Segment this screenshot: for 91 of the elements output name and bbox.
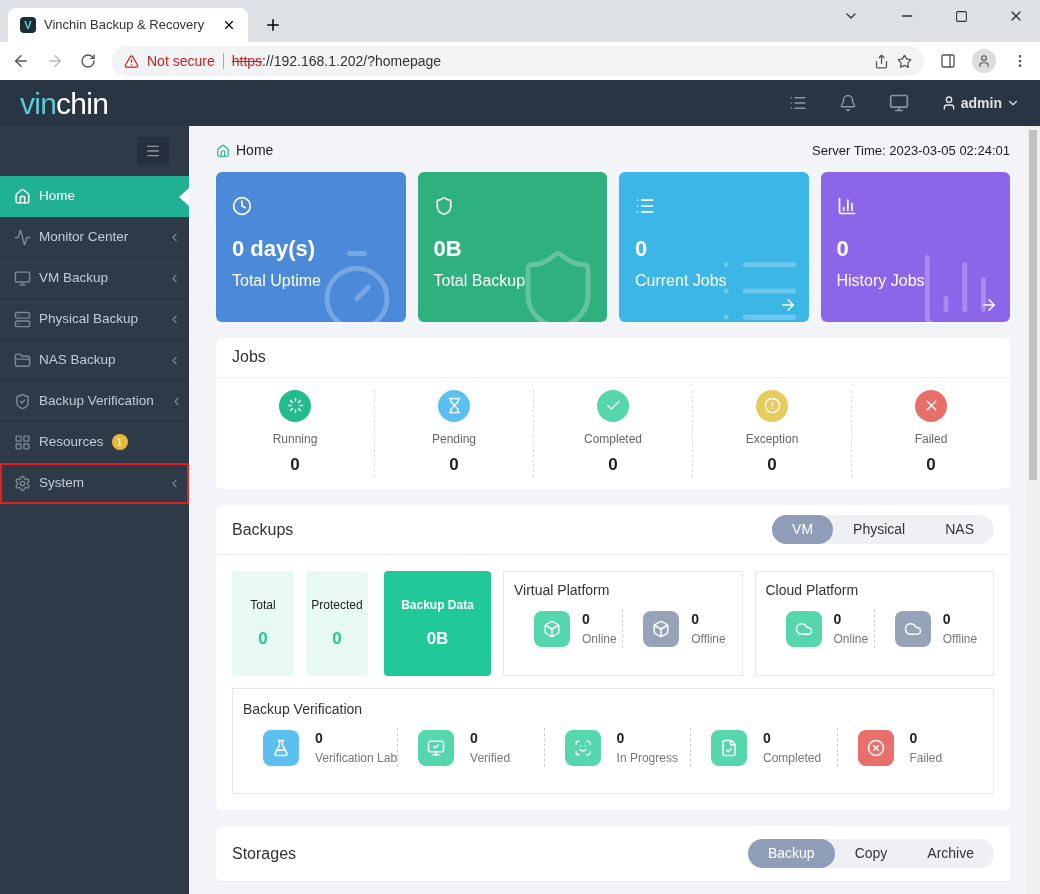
monitor-chart-icon bbox=[14, 228, 31, 246]
stat-label: Total Uptime bbox=[232, 270, 322, 291]
verification-count: 0 bbox=[315, 729, 324, 748]
server-time: Server Time: 2023-03-05 02:24:01 bbox=[812, 142, 1010, 160]
stat-value: 0 bbox=[635, 234, 649, 263]
grid-icon bbox=[14, 433, 31, 451]
list-icon[interactable] bbox=[788, 94, 807, 112]
status-count: 0 bbox=[767, 453, 777, 476]
side-panel-icon[interactable] bbox=[940, 53, 956, 69]
platform-label: Online bbox=[582, 631, 617, 648]
stat-label: History Jobs bbox=[836, 270, 926, 291]
stat-value: 0 bbox=[836, 234, 850, 263]
sidebar-item[interactable]: System bbox=[0, 463, 189, 504]
status-label: Exception bbox=[745, 430, 799, 448]
breadcrumb[interactable]: Home bbox=[236, 140, 274, 162]
notification-icon[interactable] bbox=[838, 94, 857, 112]
back-icon[interactable] bbox=[12, 52, 30, 70]
menu-icon bbox=[145, 143, 161, 159]
settings-icon bbox=[14, 474, 31, 492]
status-count: 0 bbox=[449, 453, 459, 476]
segment-tab[interactable]: NAS bbox=[925, 515, 994, 544]
verification-count: 0 bbox=[616, 729, 626, 748]
platform-label: Online bbox=[833, 631, 869, 648]
address-bar[interactable]: Not secure https://192.168.1.202/?homepage bbox=[112, 46, 924, 76]
reload-icon[interactable] bbox=[80, 53, 96, 69]
warning-icon bbox=[124, 53, 139, 69]
browser-tab[interactable]: V Vinchin Backup & Recovery bbox=[8, 8, 248, 42]
verification-label: Verified bbox=[470, 750, 511, 767]
verification-label: Failed bbox=[909, 750, 943, 767]
platform-count: 0 bbox=[691, 610, 701, 629]
stat-card[interactable]: 0 History Jobs bbox=[820, 171, 1010, 322]
platform-label: Offline bbox=[691, 631, 726, 648]
screen-icon bbox=[14, 269, 31, 287]
platform-count: 0 bbox=[582, 610, 591, 629]
card-icon bbox=[836, 195, 857, 216]
summary-tile: Protected 0 bbox=[306, 571, 368, 676]
status-label: Pending bbox=[431, 430, 476, 448]
verification-count: 0 bbox=[909, 729, 919, 748]
verification-count: 0 bbox=[470, 729, 479, 748]
url-text: https://192.168.1.202/?homepage bbox=[231, 51, 442, 71]
maximize-icon[interactable] bbox=[955, 9, 968, 23]
verification-label: Completed bbox=[763, 750, 822, 767]
summary-tile: Total 0 bbox=[232, 571, 294, 676]
status-count: 0 bbox=[290, 453, 300, 476]
panel-title: Backups bbox=[232, 519, 294, 540]
platform-card: Cloud Platform 0 Online 0 Offline bbox=[754, 571, 994, 676]
status-label: Completed bbox=[584, 430, 642, 448]
menu-toggle[interactable] bbox=[137, 137, 169, 165]
segment-tab[interactable]: Copy bbox=[834, 839, 908, 868]
platform-label: Offline bbox=[942, 631, 978, 648]
panel-title: Jobs bbox=[216, 337, 1010, 378]
new-tab-icon[interactable] bbox=[264, 16, 282, 34]
panel-title: Storages bbox=[232, 843, 297, 864]
verification-count: 0 bbox=[763, 729, 772, 748]
stat-value: 0B bbox=[433, 234, 463, 263]
home-icon bbox=[216, 143, 230, 158]
status-label: Failed bbox=[914, 430, 948, 448]
platform-count: 0 bbox=[833, 610, 843, 629]
user-menu[interactable]: admin bbox=[940, 92, 1020, 114]
summary-tile: Backup Data 0B bbox=[384, 571, 491, 676]
security-label: Not secure bbox=[147, 51, 215, 71]
verification-label: In Progress bbox=[616, 750, 678, 767]
profile-avatar[interactable] bbox=[972, 49, 996, 73]
home-icon bbox=[14, 187, 31, 205]
monitor-icon[interactable] bbox=[888, 93, 909, 113]
stat-value: 0 day(s) bbox=[232, 234, 317, 263]
platform-count: 0 bbox=[942, 610, 952, 629]
sidebar-item[interactable]: Resources 1 bbox=[0, 422, 189, 463]
scrollbar-thumb[interactable] bbox=[1029, 130, 1037, 480]
bookmark-icon[interactable] bbox=[897, 53, 912, 69]
segment-tab[interactable]: Archive bbox=[907, 839, 994, 868]
verification-label: Verification Lab bbox=[315, 750, 398, 767]
status-count: 0 bbox=[608, 453, 618, 476]
share-icon[interactable] bbox=[874, 53, 889, 69]
verification-card: Backup Verification 0 Verification Lab 0 Verified 0 In Progress 0 Completed 0 Failed bbox=[232, 688, 994, 794]
stat-label: Current Jobs bbox=[635, 270, 728, 291]
status-count: 0 bbox=[926, 453, 936, 476]
segment-tab[interactable]: Physical bbox=[833, 515, 926, 544]
platform-card: Virtual Platform 0 Online 0 Offline bbox=[503, 571, 743, 676]
tab-title: Vinchin Backup & Recovery bbox=[44, 16, 206, 35]
server-icon bbox=[14, 310, 31, 328]
folder-icon bbox=[14, 351, 31, 369]
shield-icon bbox=[14, 392, 31, 410]
count-badge: 1 bbox=[111, 434, 128, 450]
close-icon[interactable] bbox=[222, 18, 236, 32]
status-label: Running bbox=[272, 430, 318, 448]
logo: vinchin bbox=[20, 85, 109, 122]
favicon: V bbox=[20, 17, 36, 33]
stat-label: Total Backup bbox=[433, 270, 527, 291]
card-icon bbox=[232, 195, 252, 216]
stat-card[interactable]: 0 day(s) Total Uptime bbox=[216, 171, 406, 322]
